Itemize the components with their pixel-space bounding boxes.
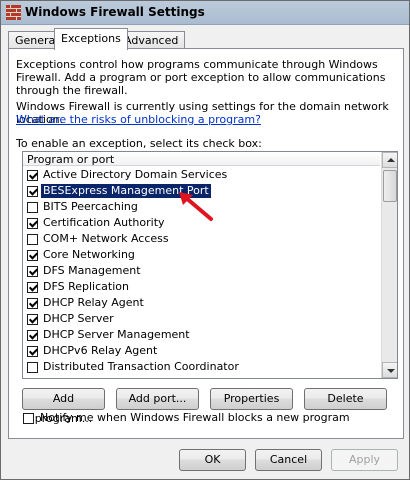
properties-button[interactable]: Properties xyxy=(210,388,293,410)
red-pointer-arrow-icon xyxy=(179,192,213,221)
exception-checkbox[interactable] xyxy=(27,345,38,357)
add-program-button[interactable]: Add program... xyxy=(22,388,105,425)
list-item[interactable]: Active Directory Domain Services xyxy=(23,167,380,183)
column-header-program-or-port[interactable]: Program or port xyxy=(23,152,380,166)
chevron-down-icon xyxy=(387,369,395,373)
scroll-up-button[interactable] xyxy=(382,152,397,168)
exception-checkbox[interactable] xyxy=(27,265,38,277)
exception-checkbox[interactable] xyxy=(27,169,38,181)
unblock-risks-link[interactable]: What are the risks of unblocking a progr… xyxy=(16,113,261,126)
chevron-up-icon xyxy=(387,158,395,162)
list-item[interactable]: Distributed Transaction Coordinator xyxy=(23,359,380,375)
scroll-thumb[interactable] xyxy=(383,170,397,202)
list-scrollbar[interactable] xyxy=(381,152,397,378)
exception-label: DHCP Server Management xyxy=(43,328,190,341)
exception-checkbox[interactable] xyxy=(27,185,38,197)
exception-label: BITS Peercaching xyxy=(43,200,138,213)
tab-label: Advanced xyxy=(124,34,179,47)
list-item[interactable]: DFS Replication xyxy=(23,279,380,295)
exception-label: Core Networking xyxy=(43,248,135,261)
list-item[interactable]: DHCP Server xyxy=(23,311,380,327)
list-item[interactable]: DHCP Relay Agent xyxy=(23,295,380,311)
cancel-button[interactable]: Cancel xyxy=(255,449,322,471)
list-item[interactable]: DHCPv6 Relay Agent xyxy=(23,343,380,359)
exception-checkbox[interactable] xyxy=(27,233,38,245)
tab-label: Exceptions xyxy=(61,32,121,45)
apply-button[interactable]: Apply xyxy=(331,449,398,471)
delete-button[interactable]: Delete xyxy=(304,388,387,410)
title-bar[interactable]: Windows Firewall Settings xyxy=(1,1,409,25)
notify-label: Notify me when Windows Firewall blocks a… xyxy=(40,411,350,424)
exception-checkbox[interactable] xyxy=(27,249,38,261)
notify-option[interactable]: Notify me when Windows Firewall blocks a… xyxy=(23,411,352,425)
window-title: Windows Firewall Settings xyxy=(25,5,205,19)
exception-label: COM+ Network Access xyxy=(43,232,169,245)
exception-label: DHCP Server xyxy=(43,312,114,325)
exception-label: DFS Management xyxy=(43,264,141,277)
list-item[interactable]: Core Networking xyxy=(23,247,380,263)
exception-label: Certification Authority xyxy=(43,216,165,229)
list-item[interactable]: DHCP Server Management xyxy=(23,327,380,343)
exception-checkbox[interactable] xyxy=(27,201,38,213)
add-port-button[interactable]: Add port... xyxy=(116,388,199,410)
exception-label: DHCP Relay Agent xyxy=(43,296,144,309)
exception-label: DFS Replication xyxy=(43,280,129,293)
exception-checkbox[interactable] xyxy=(27,281,38,293)
exception-checkbox[interactable] xyxy=(27,217,38,229)
notify-checkbox[interactable] xyxy=(23,412,34,424)
exception-checkbox[interactable] xyxy=(27,329,38,341)
exceptions-panel: Exceptions control how programs communic… xyxy=(8,48,404,439)
exception-label: Distributed Transaction Coordinator xyxy=(43,360,239,373)
exception-label: DHCPv6 Relay Agent xyxy=(43,344,158,357)
tab-label: General xyxy=(15,34,59,47)
list-item[interactable]: COM+ Network Access xyxy=(23,231,380,247)
firewall-icon xyxy=(6,5,21,20)
firewall-settings-window: Windows Firewall Settings General Except… xyxy=(0,0,410,480)
exceptions-list[interactable]: Program or port Active Directory Domain … xyxy=(22,151,398,379)
list-instruction: To enable an exception, select its check… xyxy=(16,137,262,150)
exception-label: Active Directory Domain Services xyxy=(43,168,228,181)
exception-checkbox[interactable] xyxy=(27,313,38,325)
scroll-down-button[interactable] xyxy=(382,362,397,378)
intro-text: Exceptions control how programs communic… xyxy=(16,58,386,97)
ok-button[interactable]: OK xyxy=(179,449,246,471)
exception-checkbox[interactable] xyxy=(27,297,38,309)
exception-checkbox[interactable] xyxy=(27,361,38,373)
tab-exceptions[interactable]: Exceptions xyxy=(54,28,128,50)
list-item[interactable]: DFS Management xyxy=(23,263,380,279)
